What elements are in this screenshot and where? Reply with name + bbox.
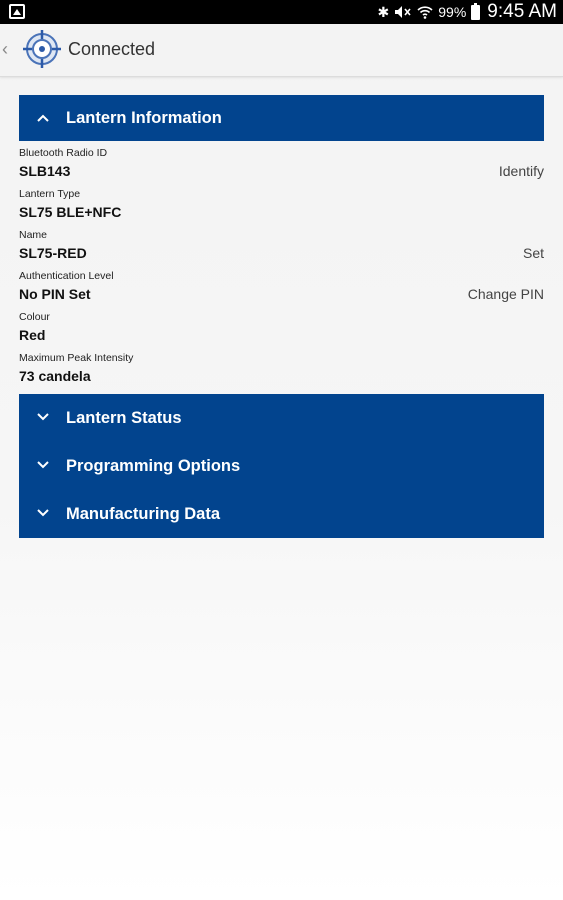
section-title: Programming Options bbox=[66, 456, 241, 475]
field-name: Name SL75-RED Set bbox=[19, 225, 544, 266]
action-bar: ‹ Connected bbox=[0, 24, 563, 77]
section-title: Lantern Information bbox=[66, 108, 222, 127]
status-icons: ✱ 99% 9:45 AM bbox=[378, 0, 557, 24]
app-logo-icon[interactable] bbox=[22, 29, 62, 69]
field-label: Name bbox=[19, 229, 48, 241]
section-title: Manufacturing Data bbox=[66, 504, 221, 523]
bluetooth-icon: ✱ bbox=[377, 4, 390, 20]
lantern-information-body: Bluetooth Radio ID SLB143 Identify Lante… bbox=[19, 141, 544, 389]
change-pin-button[interactable]: Change PIN bbox=[468, 286, 544, 302]
section-header-manufacturing-data[interactable]: Manufacturing Data bbox=[19, 490, 544, 538]
collapsed-sections: Lantern Status Programming Options Manuf… bbox=[19, 394, 544, 538]
wifi-icon bbox=[417, 6, 433, 19]
field-label: Colour bbox=[19, 311, 50, 323]
field-label: Bluetooth Radio ID bbox=[19, 147, 108, 159]
field-value: SL75-RED bbox=[19, 245, 87, 261]
status-bar: ✱ 99% 9:45 AM bbox=[0, 0, 563, 24]
clock: 9:45 AM bbox=[487, 1, 557, 22]
field-label: Authentication Level bbox=[19, 270, 114, 282]
field-value: Red bbox=[19, 327, 46, 343]
field-label: Lantern Type bbox=[19, 188, 81, 200]
field-value: SL75 BLE+NFC bbox=[19, 204, 122, 220]
identify-button[interactable]: Identify bbox=[499, 163, 544, 179]
lantern-panel: Lantern Information Bluetooth Radio ID S… bbox=[19, 95, 544, 538]
page-title: Connected bbox=[68, 39, 156, 59]
field-bluetooth-radio-id: Bluetooth Radio ID SLB143 Identify bbox=[19, 143, 544, 184]
back-chevron-icon[interactable]: ‹ bbox=[2, 38, 14, 60]
field-lantern-type: Lantern Type SL75 BLE+NFC bbox=[19, 184, 544, 225]
set-name-button[interactable]: Set bbox=[523, 245, 544, 261]
section-header-lantern-information[interactable]: Lantern Information bbox=[19, 95, 544, 141]
field-value: SLB143 bbox=[19, 163, 71, 179]
battery-percent: 99% bbox=[438, 4, 467, 20]
chevron-up-icon bbox=[35, 95, 51, 141]
mute-icon bbox=[395, 6, 411, 18]
battery-icon bbox=[471, 2, 481, 20]
chevron-down-icon bbox=[35, 394, 51, 440]
section-header-lantern-status[interactable]: Lantern Status bbox=[19, 394, 544, 442]
chevron-down-icon bbox=[35, 442, 51, 488]
field-maximum-peak-intensity: Maximum Peak Intensity 73 candela bbox=[19, 348, 544, 389]
field-value: 73 candela bbox=[19, 368, 91, 384]
section-title: Lantern Status bbox=[66, 408, 182, 427]
gallery-icon bbox=[9, 4, 25, 19]
field-colour: Colour Red bbox=[19, 307, 544, 348]
chevron-down-icon bbox=[35, 490, 51, 536]
field-authentication-level: Authentication Level No PIN Set Change P… bbox=[19, 266, 544, 307]
field-value: No PIN Set bbox=[19, 286, 91, 302]
section-header-programming-options[interactable]: Programming Options bbox=[19, 442, 544, 490]
field-label: Maximum Peak Intensity bbox=[19, 352, 134, 364]
